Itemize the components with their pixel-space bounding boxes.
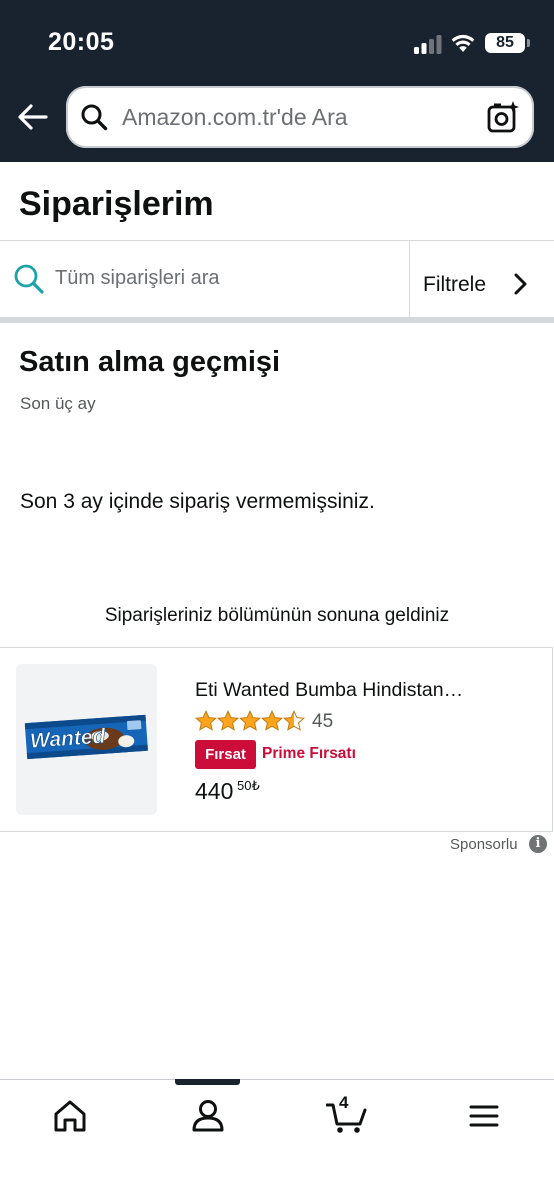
rating-stars: [195, 710, 305, 731]
product-title[interactable]: Eti Wanted Bumba Hindistan…: [195, 679, 463, 702]
active-tab-indicator: [175, 1079, 240, 1085]
cart-count-badge: 4: [339, 1093, 349, 1112]
rating-count[interactable]: 45: [312, 711, 333, 733]
order-search-icon[interactable]: [13, 263, 45, 295]
order-search-placeholder[interactable]: Tüm siparişleri ara: [55, 267, 219, 290]
battery-indicator: 85: [485, 33, 525, 53]
star-full-icon: [195, 710, 217, 731]
sponsored-product-card[interactable]: Wanted Eti Wanted Bumba Hindistan… 45 Fı…: [0, 647, 553, 832]
star-full-icon: [217, 710, 239, 731]
price-fraction: 50₺: [237, 778, 260, 793]
filter-button[interactable]: Filtrele: [409, 241, 554, 317]
deal-badge: Fırsat: [195, 740, 256, 769]
section-divider: [0, 317, 554, 323]
chevron-right-icon[interactable]: [510, 271, 530, 297]
empty-orders-message: Son 3 ay içinde sipariş vermemişsiniz.: [20, 490, 375, 513]
search-icon[interactable]: [80, 103, 108, 131]
camera-search-icon[interactable]: [486, 100, 520, 134]
product-image[interactable]: Wanted: [16, 664, 157, 815]
home-icon[interactable]: [50, 1096, 90, 1136]
end-of-orders-message: Siparişleriniz bölümünün sonuna geldiniz: [104, 605, 450, 626]
price-whole: 440: [195, 778, 234, 804]
star-full-icon: [239, 710, 261, 731]
order-search-input[interactable]: Tüm siparişleri ara: [0, 241, 409, 317]
search-bar[interactable]: Amazon.com.tr'de Ara: [66, 86, 534, 148]
history-subtitle: Son üç ay: [20, 394, 96, 413]
back-arrow-icon[interactable]: [16, 100, 50, 134]
search-placeholder[interactable]: Amazon.com.tr'de Ara: [122, 104, 348, 131]
menu-icon[interactable]: [464, 1096, 504, 1136]
cellular-signal-icon: [414, 35, 442, 54]
battery-tip: [527, 39, 530, 47]
status-time: 20:05: [48, 28, 115, 56]
history-title: Satın alma geçmişi: [19, 346, 281, 378]
star-full-icon: [261, 710, 283, 731]
wifi-icon: [451, 34, 475, 52]
star-half-icon: [283, 710, 305, 731]
product-image-art: Wanted: [24, 714, 148, 760]
sponsored-label: Sponsorlu: [450, 836, 518, 853]
page-title: Siparişlerim: [19, 185, 214, 223]
account-icon[interactable]: [188, 1096, 228, 1136]
prime-deal-label: Prime Fırsatı: [262, 745, 356, 762]
filter-label[interactable]: Filtrele: [423, 273, 486, 297]
info-icon[interactable]: i: [529, 835, 547, 853]
